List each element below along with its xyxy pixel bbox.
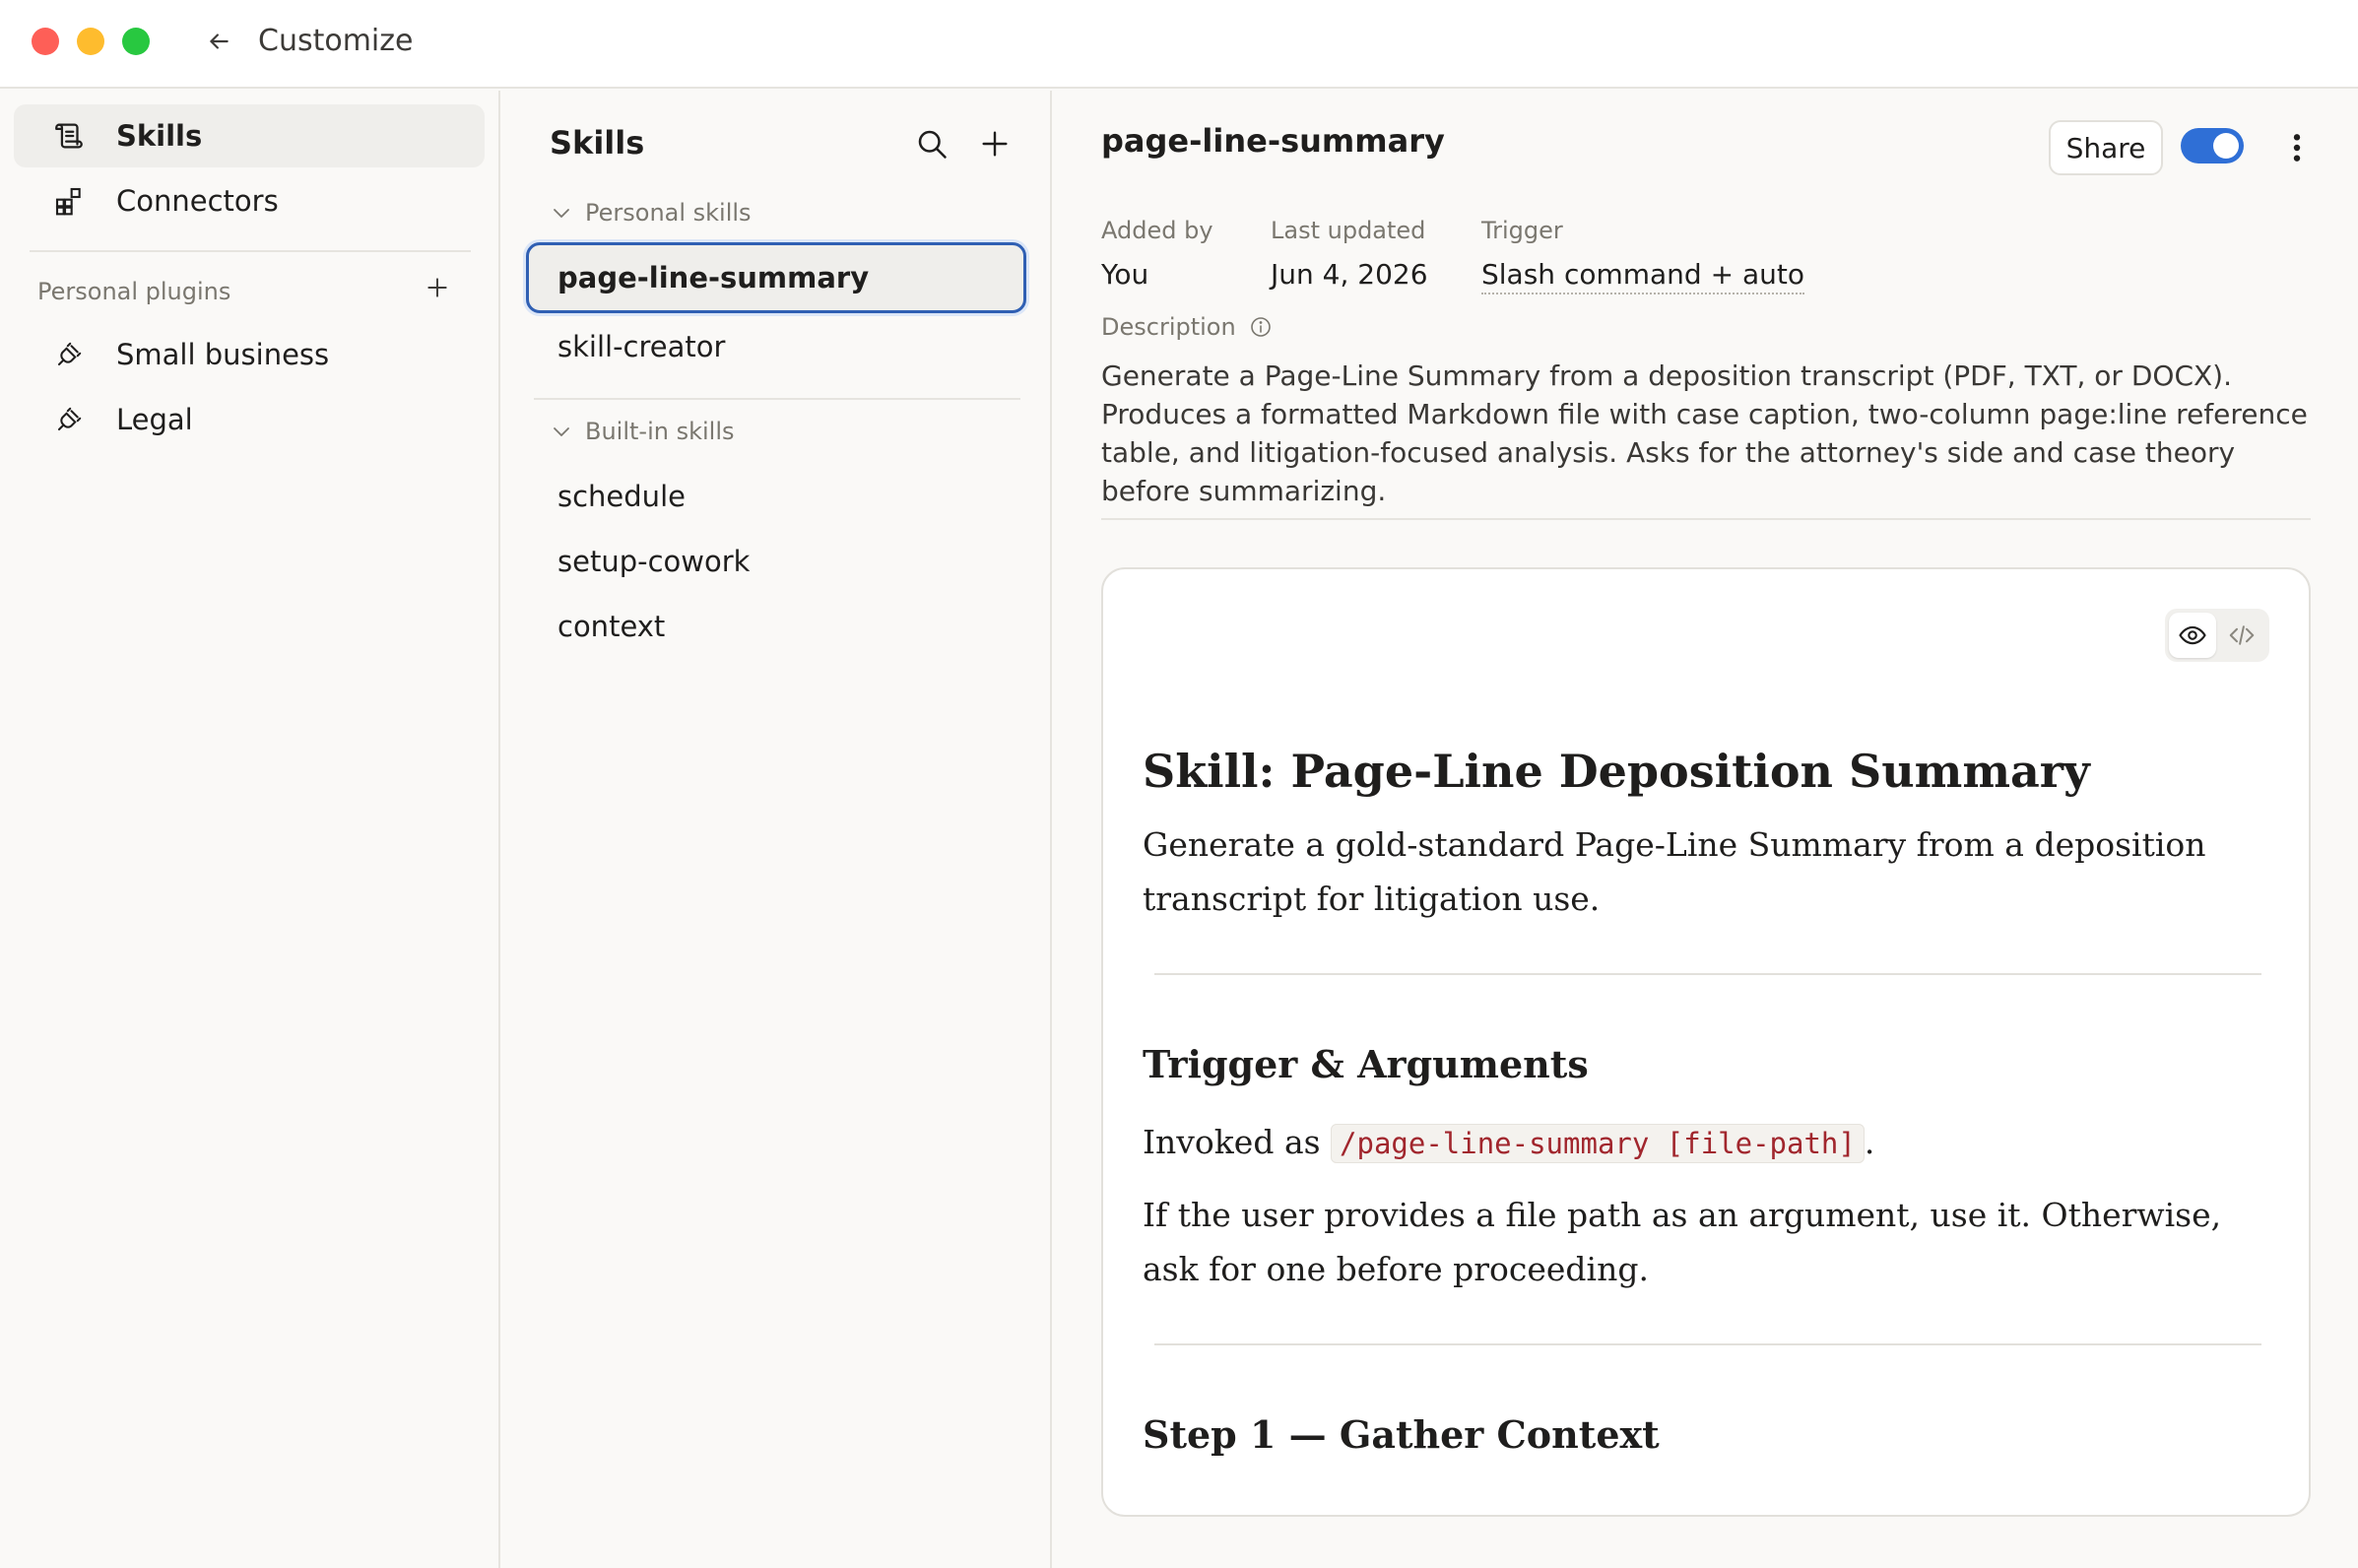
skills-icon — [49, 116, 89, 156]
skill-content-card: Skill: Page-Line Deposition Summary Gene… — [1101, 567, 2311, 1517]
trigger-value[interactable]: Slash command + auto — [1481, 258, 1804, 294]
skills-panel-title: Skills — [550, 124, 645, 162]
plugin-label: Small business — [116, 338, 330, 371]
builtin-skills-group[interactable]: Built-in skills — [548, 418, 735, 445]
invoked-prefix: Invoked as — [1143, 1123, 1332, 1161]
skill-item-setup-cowork[interactable]: setup-cowork — [526, 526, 1026, 597]
added-by-label: Added by — [1101, 217, 1213, 244]
detail-divider — [1101, 518, 2311, 520]
source-mode-button[interactable] — [2218, 613, 2265, 658]
plug-icon — [49, 400, 89, 439]
more-options-button[interactable] — [2279, 126, 2315, 169]
skill-enabled-toggle[interactable] — [2181, 128, 2244, 163]
nav-item-label: Skills — [116, 119, 203, 153]
description-label: Description — [1101, 313, 1274, 341]
plus-icon — [978, 127, 1012, 161]
nav-item-connectors[interactable]: Connectors — [14, 169, 485, 232]
list-divider — [534, 398, 1020, 400]
nav-divider — [30, 250, 471, 252]
chevron-down-icon — [548, 199, 575, 227]
last-updated-value: Jun 4, 2026 — [1271, 258, 1428, 291]
more-vertical-icon — [2291, 132, 2303, 163]
group-label: Built-in skills — [585, 418, 735, 445]
back-button[interactable] — [197, 20, 240, 63]
skill-title: page-line-summary — [1101, 122, 1445, 160]
skill-item-schedule[interactable]: schedule — [526, 461, 1026, 532]
window-title: Customize — [258, 24, 414, 58]
plug-icon — [49, 335, 89, 374]
nav-item-skills[interactable]: Skills — [14, 104, 485, 167]
close-window-button[interactable] — [32, 28, 59, 55]
doc-paragraph: If the user provides a file path as an a… — [1143, 1196, 2222, 1288]
skills-list-panel: Skills Personal skills page-line-summary… — [502, 91, 1052, 1568]
added-by-value: You — [1101, 258, 1149, 291]
invoked-suffix: . — [1864, 1123, 1875, 1161]
view-mode-toggle — [2165, 609, 2269, 662]
add-skill-button[interactable] — [973, 122, 1016, 165]
skill-item-context[interactable]: context — [526, 591, 1026, 662]
doc-paragraph: Generate a gold-standard Page-Line Summa… — [1143, 825, 2206, 918]
doc-heading-step-1: Step 1 — Gather Context — [1143, 1412, 1660, 1457]
last-updated-label: Last updated — [1271, 217, 1426, 244]
group-label: Personal skills — [585, 199, 752, 227]
share-button[interactable]: Share — [2049, 120, 2163, 175]
description-label-text: Description — [1101, 313, 1236, 341]
eye-icon — [2178, 621, 2207, 650]
preview-mode-button[interactable] — [2169, 613, 2216, 658]
inline-code: /page-line-summary [file-path] — [1331, 1124, 1865, 1163]
chevron-down-icon — [548, 418, 575, 445]
doc-heading-1: Skill: Page-Line Deposition Summary — [1143, 745, 2090, 798]
skill-item-page-line-summary[interactable]: page-line-summary — [526, 242, 1026, 313]
doc-horizontal-rule — [1154, 1343, 2261, 1345]
doc-horizontal-rule — [1154, 973, 2261, 975]
skill-item-skill-creator[interactable]: skill-creator — [526, 311, 1026, 382]
doc-heading-trigger: Trigger & Arguments — [1143, 1042, 1589, 1086]
code-icon — [2227, 621, 2257, 650]
info-icon[interactable] — [1248, 314, 1274, 340]
minimize-window-button[interactable] — [77, 28, 104, 55]
zoom-window-button[interactable] — [122, 28, 150, 55]
skill-detail-panel: page-line-summary Share Added by You Las… — [1054, 91, 2358, 1568]
description-text: Generate a Page-Line Summary from a depo… — [1101, 359, 2308, 507]
personal-skills-group[interactable]: Personal skills — [548, 199, 752, 227]
doc-paragraph-invoked: Invoked as /page-line-summary [file-path… — [1143, 1115, 1874, 1171]
nav-item-label: Connectors — [116, 184, 279, 218]
add-plugin-button[interactable] — [418, 268, 457, 307]
left-sidebar: Skills Connectors Personal plugins Small… — [0, 91, 500, 1568]
personal-plugins-label: Personal plugins — [37, 278, 231, 305]
arrow-left-icon — [206, 29, 231, 54]
search-skills-button[interactable] — [910, 122, 953, 165]
plus-icon — [425, 275, 450, 300]
trigger-label: Trigger — [1481, 217, 1563, 244]
plugin-label: Legal — [116, 403, 193, 436]
title-bar: Customize — [0, 0, 2358, 89]
plugin-item-small-business[interactable]: Small business — [14, 323, 485, 386]
toggle-knob — [2213, 133, 2239, 159]
plugin-item-legal[interactable]: Legal — [14, 388, 485, 451]
search-icon — [914, 126, 950, 162]
connectors-icon — [49, 181, 89, 221]
